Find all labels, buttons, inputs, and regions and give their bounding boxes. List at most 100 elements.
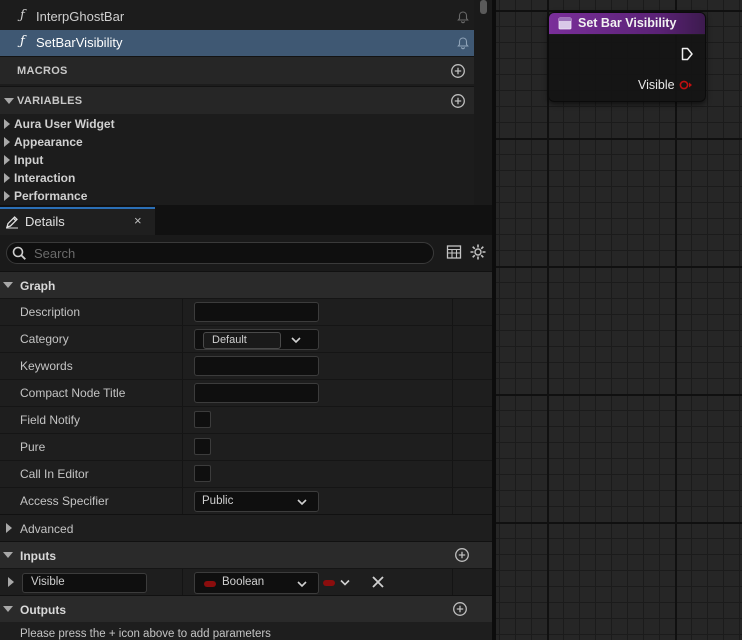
property-row-access-specifier: Access Specifier Public (0, 487, 492, 515)
property-label: Keywords (20, 359, 73, 373)
graph-section-label: Graph (20, 279, 56, 293)
property-label: Compact Node Title (20, 386, 126, 400)
collapse-arrow-icon[interactable] (4, 98, 14, 104)
pencil-icon (6, 216, 18, 229)
add-macro-icon[interactable] (450, 63, 466, 79)
node-title: Set Bar Visibility (578, 16, 677, 30)
property-row-field-notify: Field Notify (0, 406, 492, 434)
property-row-keywords: Keywords (0, 352, 492, 380)
advanced-section-header[interactable]: Advanced (0, 514, 492, 541)
field-notify-checkbox[interactable] (194, 411, 211, 428)
bell-icon[interactable] (456, 10, 470, 24)
variable-category-label: Aura User Widget (14, 117, 115, 131)
inputs-section-header[interactable]: Inputs (0, 541, 492, 568)
boolean-output-pin-icon[interactable] (679, 80, 693, 90)
bell-icon[interactable] (456, 36, 470, 50)
left-panel: ƒ InterpGhostBar ƒ SetBarVisibility MACR… (0, 0, 492, 640)
advanced-label: Advanced (20, 522, 74, 536)
param-type-dropdown[interactable]: Boolean (194, 572, 319, 594)
details-tab-bar: Details × (0, 205, 492, 235)
function-node-icon (558, 17, 572, 30)
variable-category-label: Performance (14, 189, 88, 203)
function-label: SetBarVisibility (36, 35, 123, 50)
add-output-icon[interactable] (452, 601, 468, 617)
expand-arrow-icon[interactable] (6, 523, 12, 533)
node-header[interactable]: Set Bar Visibility (549, 13, 705, 35)
function-item-interp-ghost-bar[interactable]: ƒ InterpGhostBar (0, 4, 474, 30)
expand-arrow-icon[interactable] (4, 137, 10, 147)
boolean-type-pill-icon (204, 581, 216, 587)
property-row-description: Description (0, 298, 492, 326)
macros-section-header[interactable]: MACROS (0, 56, 474, 84)
variable-category-label: Interaction (14, 171, 76, 185)
variable-category-input[interactable]: Input (0, 151, 474, 169)
exec-output-pin-icon[interactable] (681, 47, 693, 61)
outputs-section-header[interactable]: Outputs (0, 595, 492, 622)
collapse-arrow-icon[interactable] (3, 282, 13, 288)
panel-splitter[interactable] (492, 0, 496, 640)
expand-arrow-icon[interactable] (4, 119, 10, 129)
inputs-label: Inputs (20, 549, 56, 563)
expand-arrow-icon[interactable] (4, 155, 10, 165)
property-row-call-in-editor: Call In Editor (0, 460, 492, 488)
property-label: Field Notify (20, 413, 81, 427)
variable-category-interaction[interactable]: Interaction (0, 169, 474, 187)
input-param-row: Visible Boolean (0, 568, 492, 596)
access-specifier-dropdown[interactable]: Public (194, 491, 319, 512)
chevron-down-icon[interactable] (291, 337, 301, 344)
table-view-icon[interactable] (446, 244, 462, 260)
add-input-icon[interactable] (454, 547, 470, 563)
variable-category-appearance[interactable]: Appearance (0, 133, 474, 151)
close-tab-button[interactable]: × (134, 213, 142, 228)
collapse-arrow-icon[interactable] (3, 552, 13, 558)
chevron-down-icon (297, 581, 307, 588)
expand-arrow-icon[interactable] (4, 191, 10, 201)
function-icon: ƒ (20, 34, 25, 49)
search-icon (12, 246, 26, 260)
my-blueprint-panel: ƒ InterpGhostBar ƒ SetBarVisibility MACR… (0, 0, 474, 205)
pin-label: Visible (638, 78, 675, 92)
chevron-down-icon (297, 499, 307, 506)
variable-category-label: Appearance (14, 135, 83, 149)
param-name-value: Visible (31, 576, 65, 588)
property-row-compact-node-title: Compact Node Title (0, 379, 492, 407)
outputs-label: Outputs (20, 603, 66, 617)
function-item-set-bar-visibility[interactable]: ƒ SetBarVisibility (0, 30, 474, 56)
pure-checkbox[interactable] (194, 438, 211, 455)
variable-category-aura-user-widget[interactable]: Aura User Widget (0, 115, 474, 133)
tab-details-label: Details (25, 214, 65, 229)
function-entry-node[interactable]: Set Bar Visibility Visible (548, 12, 706, 102)
tab-details[interactable]: Details × (0, 207, 155, 235)
param-name-field[interactable]: Visible (22, 573, 147, 593)
property-row-pure: Pure (0, 433, 492, 461)
category-combo[interactable]: Default (194, 329, 319, 350)
variable-category-label: Input (14, 153, 44, 167)
graph-section-header[interactable]: Graph (0, 271, 492, 298)
search-input[interactable]: Search (6, 242, 434, 264)
property-label: Description (20, 305, 81, 319)
variable-category-performance[interactable]: Performance (0, 187, 474, 205)
macros-label: MACROS (17, 65, 68, 77)
scrollbar-thumb[interactable] (480, 0, 487, 14)
access-specifier-value: Public (202, 495, 234, 507)
collapse-arrow-icon[interactable] (3, 606, 13, 612)
keywords-field[interactable] (194, 356, 319, 376)
variables-section-header[interactable]: VARIABLES (0, 86, 474, 114)
property-label: Category (20, 332, 69, 346)
gear-icon[interactable] (469, 243, 487, 261)
category-value: Default (212, 334, 247, 346)
expand-arrow-icon[interactable] (8, 577, 14, 587)
property-row-category: Category Default (0, 325, 492, 353)
call-in-editor-checkbox[interactable] (194, 465, 211, 482)
function-icon: ƒ (20, 8, 25, 23)
search-placeholder: Search (34, 246, 76, 261)
property-label: Access Specifier (20, 494, 109, 508)
add-variable-icon[interactable] (450, 93, 466, 109)
description-field[interactable] (194, 302, 319, 322)
container-type-dropdown-icon[interactable] (322, 576, 354, 590)
compact-node-title-field[interactable] (194, 383, 319, 403)
property-label: Call In Editor (20, 467, 89, 481)
expand-arrow-icon[interactable] (4, 173, 10, 183)
category-input[interactable]: Default (203, 332, 281, 349)
remove-param-icon[interactable] (371, 575, 385, 589)
